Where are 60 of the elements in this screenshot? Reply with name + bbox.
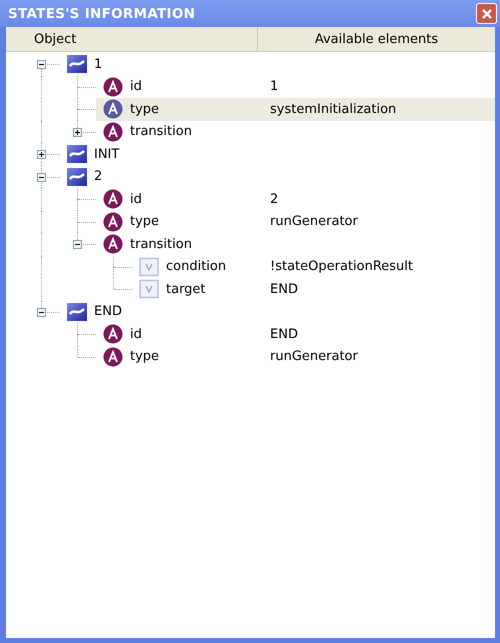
tree-item[interactable]: id END [96, 323, 495, 346]
tree-item[interactable]: END [60, 300, 495, 323]
tree-item[interactable]: 1 [60, 53, 495, 76]
tree-item[interactable]: transition [96, 120, 495, 143]
item-name: END [93, 304, 123, 320]
item-name: id [129, 326, 143, 342]
value-icon [138, 279, 160, 300]
item-name: target [165, 282, 207, 297]
item-value: 2 [270, 192, 278, 207]
window-title: STATES'S INFORMATION [8, 6, 196, 22]
attribute-icon [102, 234, 124, 254]
item-value: 1 [270, 79, 278, 94]
state-icon [66, 144, 88, 164]
value-icon [138, 256, 160, 277]
tree-item[interactable]: transition [96, 233, 495, 256]
item-value: END [270, 282, 298, 297]
state-icon [66, 302, 88, 322]
attribute-icon [102, 99, 124, 120]
expand-toggle[interactable] [37, 172, 46, 182]
attribute-icon [102, 212, 124, 232]
expand-toggle[interactable] [37, 150, 46, 159]
attribute-icon [102, 346, 124, 367]
item-name: transition [129, 236, 193, 252]
item-name: 1 [93, 56, 104, 72]
tree-item[interactable]: INIT [60, 143, 495, 166]
item-name: condition [165, 259, 228, 274]
item-name: 2 [93, 169, 104, 184]
item-value: END [270, 326, 298, 342]
item-value: runGenerator [270, 349, 358, 364]
column-header[interactable]: Object [6, 27, 258, 51]
tree-item[interactable]: target END [132, 278, 495, 300]
item-name: transition [129, 124, 193, 140]
item-name: type [129, 214, 160, 230]
tree-item[interactable]: type systemInitialization [96, 98, 495, 120]
close-icon [482, 8, 492, 18]
state-icon [66, 166, 88, 187]
item-name: type [129, 349, 160, 364]
tree-item[interactable]: type runGenerator [96, 346, 495, 368]
tree-item[interactable]: type runGenerator [96, 210, 495, 233]
tree-item[interactable]: id 2 [96, 188, 495, 210]
attribute-icon [102, 122, 124, 142]
item-name: type [129, 102, 160, 117]
attribute-icon [102, 76, 124, 97]
tree-item[interactable]: condition !stateOperationResult [132, 256, 495, 278]
item-value: runGenerator [270, 214, 358, 230]
expand-toggle[interactable] [73, 128, 82, 136]
item-name: id [129, 192, 143, 207]
tree-item[interactable]: 2 [60, 166, 495, 188]
close-button[interactable] [476, 3, 497, 24]
attribute-icon [102, 189, 124, 210]
column-header[interactable]: Available elements [258, 27, 495, 51]
item-value: !stateOperationResult [270, 259, 414, 274]
item-value: systemInitialization [270, 102, 396, 117]
expand-toggle[interactable] [37, 308, 46, 316]
expand-toggle[interactable] [73, 240, 82, 249]
expand-toggle[interactable] [37, 60, 46, 69]
tree-item[interactable]: id 1 [96, 76, 495, 98]
item-name: INIT [93, 146, 120, 162]
item-name: id [129, 79, 143, 94]
attribute-icon [102, 324, 124, 344]
